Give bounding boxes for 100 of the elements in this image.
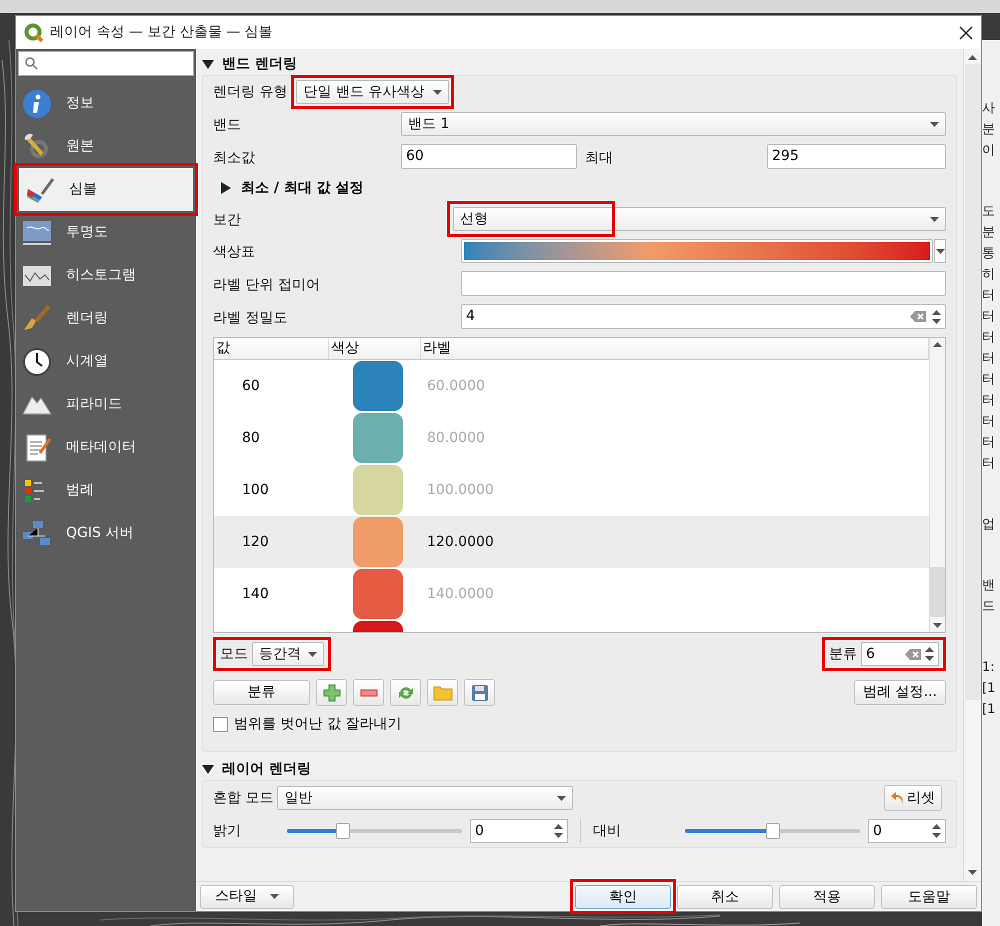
color-ramp-button[interactable] — [461, 239, 933, 263]
field-label: 모드 — [220, 644, 248, 664]
panel-text: 터 — [982, 455, 996, 473]
clock-icon — [22, 346, 52, 376]
reverse-button[interactable] — [390, 679, 421, 706]
spin-arrows-icon[interactable] — [932, 310, 941, 324]
sidebar-item[interactable]: 심볼 — [19, 168, 193, 211]
dialog-button[interactable]: 적용 — [779, 885, 875, 910]
section-title: 최소 / 최대 값 설정 — [241, 178, 364, 198]
sidebar-item[interactable]: 정보 — [16, 82, 196, 125]
dropdown[interactable]: 밴드 1 — [401, 112, 946, 136]
panel-text: 터 — [982, 350, 996, 368]
sidebar-item[interactable]: QGIS 서버 — [16, 512, 196, 555]
spin-arrows-icon[interactable] — [554, 824, 563, 838]
color-swatch[interactable] — [353, 465, 403, 515]
sidebar-item[interactable]: 피라미드 — [16, 383, 196, 426]
plus-icon — [322, 684, 340, 702]
dropdown[interactable]: 단일 밴드 유사색상 — [296, 80, 450, 104]
table-cell: 80.0000 — [427, 430, 485, 446]
collapse-arrow-icon[interactable] — [202, 764, 214, 774]
panel-text: 사 — [982, 100, 996, 118]
style-button[interactable]: 스타일 — [200, 884, 294, 908]
sidebar-item[interactable]: 렌더링 — [16, 297, 196, 340]
sidebar-item[interactable]: 투명도 — [16, 211, 196, 254]
sidebar-item[interactable]: 시계열 — [16, 340, 196, 383]
sidebar-item[interactable]: 히스토그램 — [16, 254, 196, 297]
clear-icon[interactable] — [910, 311, 926, 322]
spin-box[interactable]: 0 — [868, 819, 946, 843]
scroll-up-icon[interactable] — [968, 55, 977, 60]
panel-text: 분 — [982, 121, 996, 139]
caret-icon — [930, 122, 939, 126]
dialog-button[interactable]: 도움말 — [881, 885, 977, 910]
panel-text: 분 — [982, 224, 996, 242]
expand-arrow-icon[interactable] — [221, 182, 231, 194]
dropdown[interactable]: 등간격 — [252, 642, 324, 666]
scrollbar[interactable] — [963, 49, 981, 881]
dropdown[interactable] — [934, 239, 946, 263]
column-header[interactable]: 값 — [214, 338, 329, 359]
scroll-thumb[interactable] — [930, 567, 945, 617]
scroll-down-icon[interactable] — [933, 623, 942, 628]
table-row[interactable]: 120 120.0000 — [214, 516, 929, 568]
field-label: 보간 — [213, 212, 241, 228]
dropdown[interactable]: 선형 — [453, 207, 946, 231]
minus-icon — [360, 688, 378, 696]
spin-box[interactable]: 6 — [861, 642, 939, 666]
dialog-button[interactable]: 취소 — [677, 885, 773, 910]
spin-box[interactable]: 0 — [470, 819, 568, 843]
slider[interactable] — [685, 823, 860, 839]
save-button[interactable] — [464, 679, 495, 706]
spin-arrows-icon[interactable] — [932, 824, 941, 838]
panel-text: [1 — [982, 701, 996, 719]
sidebar-item[interactable]: 원본 — [16, 125, 196, 168]
close-icon[interactable] — [959, 26, 973, 40]
panel-text: 터 — [982, 308, 996, 326]
checkbox[interactable] — [213, 717, 228, 732]
field-label: 분류 — [829, 644, 857, 664]
color-swatch[interactable] — [353, 569, 403, 619]
section-title: 레이어 렌더링 — [222, 760, 311, 778]
slider[interactable] — [287, 823, 462, 839]
info-icon — [22, 88, 52, 118]
spin-arrows-icon[interactable] — [925, 647, 934, 661]
scroll-thumb[interactable] — [964, 64, 980, 700]
table-cell: 140.0000 — [427, 586, 494, 602]
search-field[interactable] — [18, 51, 194, 76]
add-button[interactable] — [316, 679, 347, 706]
checkbox-label: 범위를 벗어난 값 잘라내기 — [234, 715, 402, 734]
input-field[interactable]: 60 — [401, 144, 577, 169]
sidebar-item[interactable]: 범례 — [16, 469, 196, 512]
caret-icon — [270, 894, 279, 899]
caret-icon — [433, 90, 442, 94]
column-header[interactable]: 색상 — [329, 338, 421, 359]
table-cell: 140 — [242, 586, 269, 602]
panel-text: 터 — [982, 392, 996, 410]
spin-box[interactable]: 4 — [461, 304, 946, 329]
panel-text: 밴 — [982, 577, 996, 595]
caret-icon — [308, 652, 317, 656]
remove-button[interactable] — [353, 679, 384, 706]
dropdown[interactable]: 일반 — [277, 786, 574, 810]
open-button[interactable] — [427, 679, 458, 706]
field-label: 최소값 — [213, 150, 255, 166]
classify-button[interactable]: 분류 — [213, 680, 310, 705]
reset-button[interactable]: 리셋 — [884, 785, 942, 811]
table-cell: 60 — [242, 378, 260, 394]
color-swatch[interactable] — [353, 361, 403, 411]
legend-settings-button[interactable]: 범례 설정... — [854, 680, 946, 705]
dialog-button[interactable]: 확인 — [575, 885, 671, 910]
panel-text: 히 — [982, 266, 996, 284]
panel-text: 업 — [982, 516, 996, 534]
color-swatch[interactable] — [353, 517, 403, 567]
field-label: 밝기 — [213, 822, 242, 840]
color-swatch[interactable] — [353, 413, 403, 463]
panel-text: [1 — [982, 680, 996, 698]
section-title: 밴드 렌더링 — [222, 54, 297, 74]
input-field[interactable]: 295 — [767, 144, 946, 169]
scroll-down-icon[interactable] — [968, 870, 977, 875]
collapse-arrow-icon[interactable] — [202, 59, 214, 69]
input-field[interactable] — [461, 271, 946, 296]
scrollbar[interactable] — [929, 338, 945, 632]
sidebar-item[interactable]: 메타데이터 — [16, 426, 196, 469]
scroll-up-icon[interactable] — [933, 342, 942, 347]
